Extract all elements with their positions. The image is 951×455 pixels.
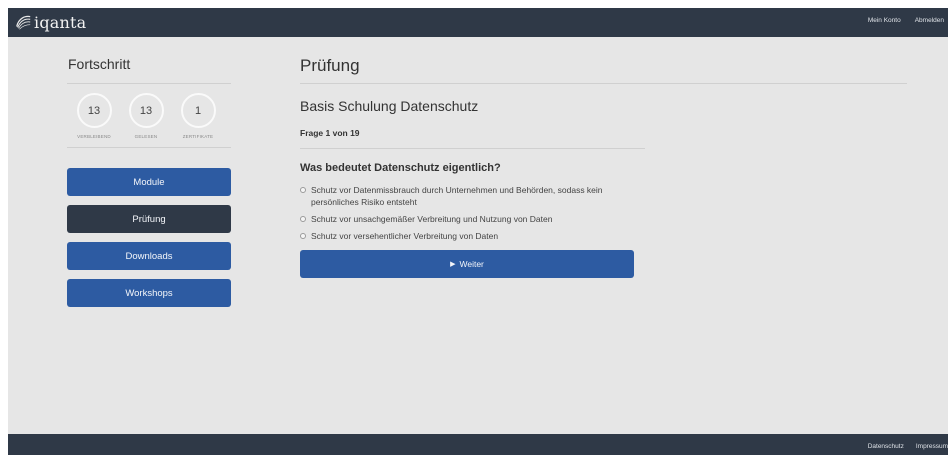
stat-remaining: 13 Verbleibend bbox=[69, 93, 119, 139]
stat-label: Verbleibend bbox=[77, 134, 111, 139]
progress-title: Fortschritt bbox=[68, 56, 131, 72]
next-button[interactable]: ▶ Weiter bbox=[300, 250, 634, 278]
privacy-link[interactable]: Datenschutz bbox=[868, 443, 904, 450]
footer-links: Datenschutz Impressum bbox=[868, 443, 948, 450]
nav-button-workshops[interactable]: Workshops bbox=[67, 279, 231, 307]
divider bbox=[300, 148, 645, 149]
page-title: Prüfung bbox=[300, 56, 360, 75]
question-text: Was bedeutet Datenschutz eigentlich? bbox=[300, 162, 501, 174]
nav-button-pruefung[interactable]: Prüfung bbox=[67, 205, 231, 233]
top-links: Mein Konto Abmelden bbox=[868, 17, 944, 24]
stat-label: Gelesen bbox=[134, 134, 158, 139]
sidebar: Fortschritt 13 Verbleibend 13 Gelesen 1 … bbox=[67, 56, 231, 316]
divider bbox=[67, 147, 231, 148]
answer-option[interactable]: Schutz vor unsachgemäßer Verbreitung und… bbox=[300, 213, 907, 225]
stat-circle: 13 bbox=[76, 93, 112, 128]
main-content: Prüfung Basis Schulung Datenschutz Frage… bbox=[300, 56, 907, 278]
stat-certificates: 1 Zertifikate bbox=[173, 93, 223, 139]
next-button-label: Weiter bbox=[459, 259, 484, 269]
logo[interactable]: iqanta bbox=[14, 11, 86, 33]
answer-label[interactable]: Schutz vor Datenmissbrauch durch Unterne… bbox=[311, 184, 631, 208]
sidebar-nav: Module Prüfung Downloads Workshops bbox=[67, 168, 231, 307]
stat-circle: 1 bbox=[180, 93, 216, 128]
course-title: Basis Schulung Datenschutz bbox=[300, 98, 479, 114]
play-icon: ▶ bbox=[450, 261, 456, 268]
radio-button[interactable] bbox=[300, 187, 306, 193]
divider bbox=[300, 83, 907, 84]
answer-label[interactable]: Schutz vor unsachgemäßer Verbreitung und… bbox=[311, 213, 631, 225]
answer-options: Schutz vor Datenmissbrauch durch Unterne… bbox=[300, 184, 907, 242]
progress-stats: 13 Verbleibend 13 Gelesen 1 Zertifikate bbox=[67, 93, 231, 139]
stat-label: Zertifikate bbox=[182, 134, 214, 139]
my-account-link[interactable]: Mein Konto bbox=[868, 17, 901, 24]
answer-option[interactable]: Schutz vor versehentlicher Verbreitung v… bbox=[300, 230, 907, 242]
stat-circle: 13 bbox=[128, 93, 164, 128]
nav-button-downloads[interactable]: Downloads bbox=[67, 242, 231, 270]
radio-button[interactable] bbox=[300, 216, 306, 222]
logout-link[interactable]: Abmelden bbox=[915, 17, 944, 24]
answer-option[interactable]: Schutz vor Datenmissbrauch durch Unterne… bbox=[300, 184, 907, 208]
logo-text: iqanta bbox=[34, 12, 87, 32]
logo-icon bbox=[16, 15, 31, 30]
top-navbar: iqanta Mein Konto Abmelden bbox=[8, 8, 948, 37]
stat-read: 13 Gelesen bbox=[121, 93, 171, 139]
nav-button-module[interactable]: Module bbox=[67, 168, 231, 196]
imprint-link[interactable]: Impressum bbox=[916, 443, 948, 450]
answer-label[interactable]: Schutz vor versehentlicher Verbreitung v… bbox=[311, 230, 631, 242]
page: iqanta Mein Konto Abmelden Fortschritt 1… bbox=[8, 8, 948, 455]
question-counter: Frage 1 von 19 bbox=[300, 128, 360, 138]
footer: Datenschutz Impressum bbox=[8, 434, 948, 455]
radio-button[interactable] bbox=[300, 233, 306, 239]
divider bbox=[67, 83, 231, 84]
